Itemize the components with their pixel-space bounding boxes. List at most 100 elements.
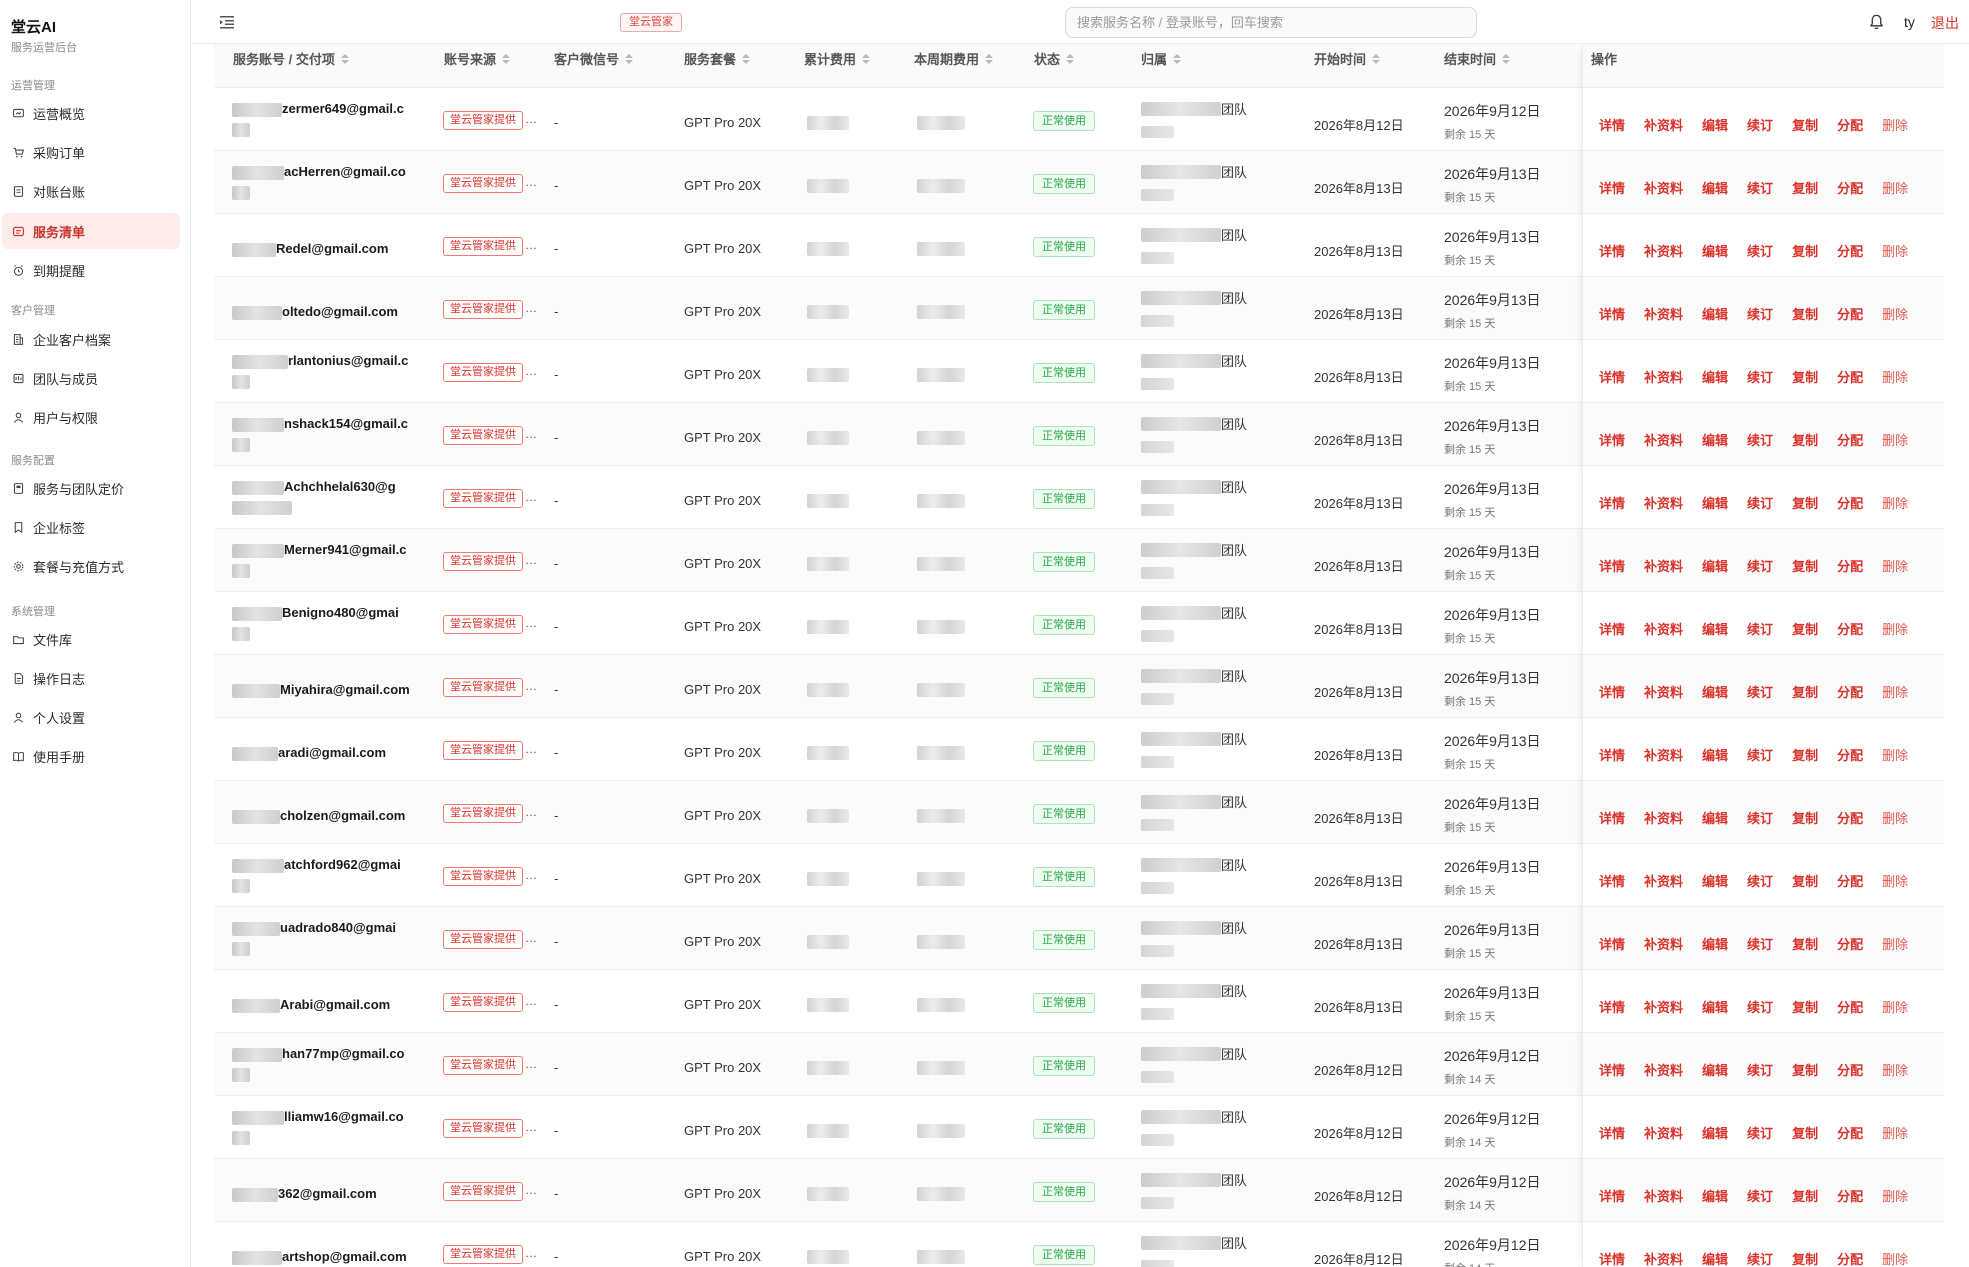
- delete-link[interactable]: 删除: [1882, 1249, 1908, 1267]
- detail-link[interactable]: 详情: [1599, 556, 1625, 575]
- sort-icon[interactable]: [1502, 53, 1511, 64]
- renew-link[interactable]: 续订: [1747, 1060, 1773, 1079]
- copy-link[interactable]: 复制: [1792, 493, 1818, 512]
- edit-link[interactable]: 编辑: [1702, 934, 1728, 953]
- copy-link[interactable]: 复制: [1792, 178, 1818, 197]
- sidebar-item[interactable]: 企业标签: [2, 509, 180, 545]
- service-account[interactable]: Benigno480@gmai: [232, 605, 432, 641]
- service-account[interactable]: Arabi@gmail.com: [232, 997, 432, 1013]
- assign-link[interactable]: 分配: [1837, 493, 1863, 512]
- column-header[interactable]: 服务套餐: [684, 49, 751, 68]
- service-account[interactable]: Redel@gmail.com: [232, 241, 432, 257]
- copy-link[interactable]: 复制: [1792, 997, 1818, 1016]
- column-header[interactable]: 归属: [1141, 49, 1182, 68]
- delete-link[interactable]: 删除: [1882, 367, 1908, 386]
- assign-link[interactable]: 分配: [1837, 1186, 1863, 1205]
- copy-link[interactable]: 复制: [1792, 1060, 1818, 1079]
- edit-link[interactable]: 编辑: [1702, 745, 1728, 764]
- copy-link[interactable]: 复制: [1792, 808, 1818, 827]
- column-header[interactable]: 本周期费用: [914, 49, 994, 68]
- sidebar-item[interactable]: 服务与团队定价: [2, 470, 180, 506]
- assign-link[interactable]: 分配: [1837, 871, 1863, 890]
- delete-link[interactable]: 删除: [1882, 430, 1908, 449]
- detail-link[interactable]: 详情: [1599, 1186, 1625, 1205]
- service-account[interactable]: nshack154@gmail.c: [232, 416, 432, 452]
- detail-link[interactable]: 详情: [1599, 1123, 1625, 1142]
- edit-link[interactable]: 编辑: [1702, 367, 1728, 386]
- supplement-link[interactable]: 补资料: [1644, 367, 1683, 386]
- edit-link[interactable]: 编辑: [1702, 808, 1728, 827]
- service-account[interactable]: oltedo@gmail.com: [232, 304, 432, 320]
- sidebar-item[interactable]: 操作日志: [2, 660, 180, 696]
- copy-link[interactable]: 复制: [1792, 871, 1818, 890]
- delete-link[interactable]: 删除: [1882, 304, 1908, 323]
- service-account[interactable]: aradi@gmail.com: [232, 745, 432, 761]
- sidebar-item[interactable]: 团队与成员: [2, 360, 180, 396]
- copy-link[interactable]: 复制: [1792, 619, 1818, 638]
- supplement-link[interactable]: 补资料: [1644, 304, 1683, 323]
- service-account[interactable]: rlantonius@gmail.c: [232, 353, 432, 389]
- detail-link[interactable]: 详情: [1599, 367, 1625, 386]
- delete-link[interactable]: 删除: [1882, 808, 1908, 827]
- detail-link[interactable]: 详情: [1599, 619, 1625, 638]
- detail-link[interactable]: 详情: [1599, 682, 1625, 701]
- delete-link[interactable]: 删除: [1882, 178, 1908, 197]
- column-header[interactable]: 状态: [1034, 49, 1075, 68]
- service-account[interactable]: acHerren@gmail.co: [232, 164, 432, 200]
- detail-link[interactable]: 详情: [1599, 304, 1625, 323]
- edit-link[interactable]: 编辑: [1702, 1249, 1728, 1267]
- column-header[interactable]: 结束时间: [1444, 49, 1511, 68]
- sidebar-item[interactable]: 套餐与充值方式: [2, 548, 180, 584]
- column-header[interactable]: 账号来源: [444, 49, 511, 68]
- edit-link[interactable]: 编辑: [1702, 304, 1728, 323]
- detail-link[interactable]: 详情: [1599, 808, 1625, 827]
- supplement-link[interactable]: 补资料: [1644, 493, 1683, 512]
- sort-icon[interactable]: [625, 53, 634, 64]
- sort-icon[interactable]: [985, 53, 994, 64]
- search-input[interactable]: [1077, 15, 1476, 30]
- supplement-link[interactable]: 补资料: [1644, 556, 1683, 575]
- edit-link[interactable]: 编辑: [1702, 241, 1728, 260]
- sidebar-item[interactable]: 采购订单: [2, 134, 180, 170]
- renew-link[interactable]: 续订: [1747, 556, 1773, 575]
- renew-link[interactable]: 续订: [1747, 493, 1773, 512]
- assign-link[interactable]: 分配: [1837, 997, 1863, 1016]
- copy-link[interactable]: 复制: [1792, 367, 1818, 386]
- sidebar-item[interactable]: 服务清单: [2, 213, 180, 249]
- edit-link[interactable]: 编辑: [1702, 997, 1728, 1016]
- service-account[interactable]: Merner941@gmail.c: [232, 542, 432, 578]
- service-account[interactable]: atchford962@gmai: [232, 857, 432, 893]
- detail-link[interactable]: 详情: [1599, 1249, 1625, 1267]
- renew-link[interactable]: 续订: [1747, 934, 1773, 953]
- copy-link[interactable]: 复制: [1792, 241, 1818, 260]
- edit-link[interactable]: 编辑: [1702, 430, 1728, 449]
- copy-link[interactable]: 复制: [1792, 556, 1818, 575]
- assign-link[interactable]: 分配: [1837, 178, 1863, 197]
- sort-icon[interactable]: [1173, 53, 1182, 64]
- copy-link[interactable]: 复制: [1792, 1186, 1818, 1205]
- renew-link[interactable]: 续订: [1747, 178, 1773, 197]
- copy-link[interactable]: 复制: [1792, 115, 1818, 134]
- supplement-link[interactable]: 补资料: [1644, 997, 1683, 1016]
- sort-icon[interactable]: [1372, 53, 1381, 64]
- sidebar-item[interactable]: 到期提醒: [2, 252, 180, 288]
- supplement-link[interactable]: 补资料: [1644, 745, 1683, 764]
- column-header[interactable]: 累计费用: [804, 49, 871, 68]
- copy-link[interactable]: 复制: [1792, 430, 1818, 449]
- supplement-link[interactable]: 补资料: [1644, 1249, 1683, 1267]
- sort-icon[interactable]: [862, 53, 871, 64]
- edit-link[interactable]: 编辑: [1702, 178, 1728, 197]
- delete-link[interactable]: 删除: [1882, 556, 1908, 575]
- supplement-link[interactable]: 补资料: [1644, 934, 1683, 953]
- assign-link[interactable]: 分配: [1837, 556, 1863, 575]
- sort-icon[interactable]: [502, 53, 511, 64]
- renew-link[interactable]: 续订: [1747, 619, 1773, 638]
- delete-link[interactable]: 删除: [1882, 1060, 1908, 1079]
- assign-link[interactable]: 分配: [1837, 619, 1863, 638]
- renew-link[interactable]: 续订: [1747, 1186, 1773, 1205]
- column-header[interactable]: 开始时间: [1314, 49, 1381, 68]
- copy-link[interactable]: 复制: [1792, 682, 1818, 701]
- sort-icon[interactable]: [742, 53, 751, 64]
- delete-link[interactable]: 删除: [1882, 997, 1908, 1016]
- menu-fold-icon[interactable]: [219, 14, 235, 30]
